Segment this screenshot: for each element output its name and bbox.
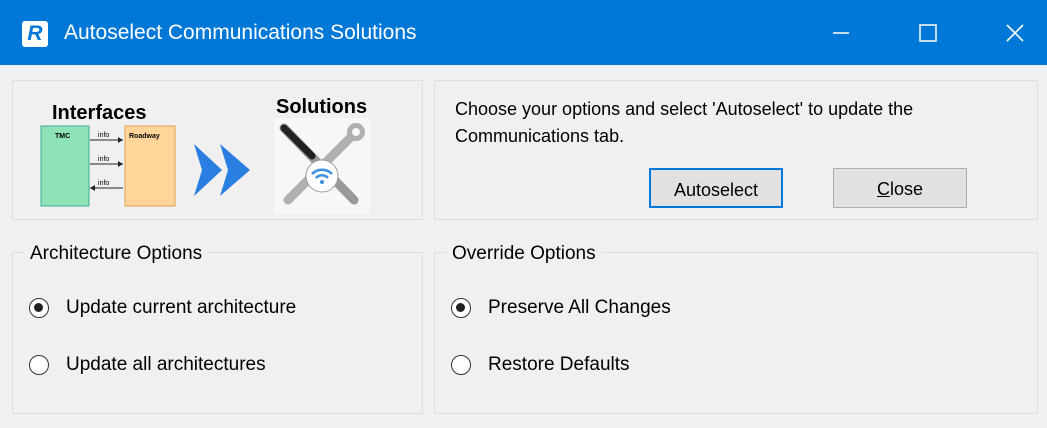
close-button-mnemonic: C bbox=[876, 179, 890, 199]
close-button-label: lose bbox=[889, 179, 924, 199]
architecture-options-title: Architecture Options bbox=[24, 243, 209, 265]
close-window-button[interactable] bbox=[976, 0, 1047, 65]
radio-label: Update current architecture bbox=[66, 297, 297, 318]
radio-preserve-all-changes[interactable]: Preserve All Changes bbox=[451, 295, 831, 323]
override-options-title: Override Options bbox=[446, 243, 602, 265]
radio-dot bbox=[456, 303, 465, 312]
app-logo-icon: R bbox=[22, 21, 48, 47]
radio-restore-defaults[interactable]: Restore Defaults bbox=[451, 352, 831, 380]
close-icon bbox=[1006, 24, 1024, 42]
autoselect-button[interactable]: Autoselect bbox=[649, 168, 783, 208]
flow-label: info bbox=[98, 156, 109, 163]
radio-button[interactable] bbox=[29, 355, 49, 375]
override-options-group bbox=[434, 252, 1038, 414]
roadway-box-label: Roadway bbox=[129, 133, 160, 140]
radio-button-selected[interactable] bbox=[451, 298, 471, 318]
instructions-text: Choose your options and select 'Autosele… bbox=[455, 99, 914, 146]
double-arrow-icon bbox=[194, 144, 250, 196]
architecture-options-group bbox=[12, 252, 423, 414]
flow-label: info bbox=[98, 132, 109, 139]
minimize-icon bbox=[833, 32, 849, 34]
radio-update-current-architecture[interactable]: Update current architecture bbox=[29, 295, 409, 323]
app-logo-letter: R bbox=[27, 22, 43, 45]
radio-button-selected[interactable] bbox=[29, 298, 49, 318]
radio-label: Restore Defaults bbox=[488, 354, 630, 375]
title-bar: R Autoselect Communications Solutions bbox=[0, 0, 1047, 65]
window-title: Autoselect Communications Solutions bbox=[64, 21, 417, 44]
flow-label: info bbox=[98, 180, 109, 187]
solutions-label: Solutions bbox=[276, 96, 368, 118]
tmc-box-label: TMC bbox=[55, 133, 70, 140]
radio-label: Preserve All Changes bbox=[488, 297, 671, 318]
radio-update-all-architectures[interactable]: Update all architectures bbox=[29, 352, 409, 380]
close-button[interactable]: Close bbox=[833, 168, 967, 208]
radio-label: Update all architectures bbox=[66, 354, 266, 375]
maximize-icon bbox=[919, 24, 937, 42]
wrench-screwdriver-icon bbox=[274, 118, 370, 214]
interfaces-diagram: TMC Roadway info info info bbox=[40, 125, 176, 207]
radio-button[interactable] bbox=[451, 355, 471, 375]
radio-dot bbox=[34, 303, 43, 312]
minimize-button[interactable] bbox=[800, 0, 880, 65]
maximize-button[interactable] bbox=[888, 0, 968, 65]
